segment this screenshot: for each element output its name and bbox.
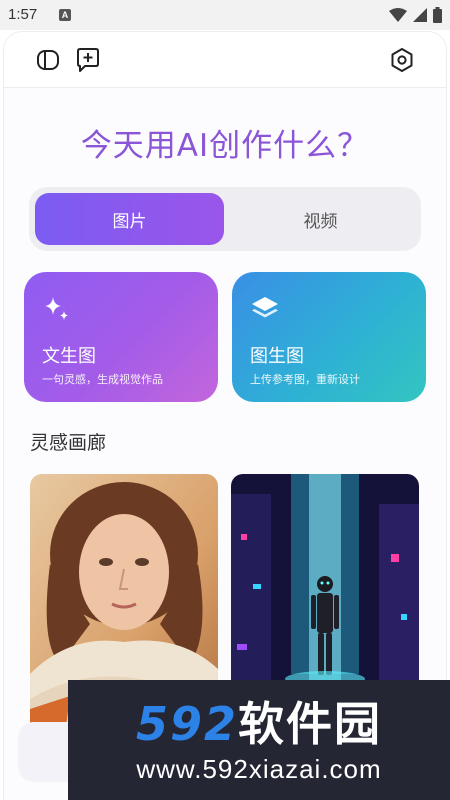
wifi-icon <box>389 8 407 22</box>
feature-subtitle: 一句灵感，生成视觉作品 <box>42 373 163 386</box>
layers-icon <box>252 297 278 318</box>
watermark-logo-text: 软件园 <box>238 697 383 751</box>
watermark-banner: 592软件园 www.592xiazai.com <box>68 680 450 800</box>
status-icons <box>389 6 442 24</box>
watermark-logo: 592软件园 <box>68 688 450 754</box>
new-chat-icon[interactable] <box>73 45 103 75</box>
gallery-section-title: 灵感画廊 <box>30 432 107 454</box>
notification-badge-icon: A <box>59 9 71 21</box>
text-to-image-card[interactable]: 文生图 一句灵感，生成视觉作品 <box>24 272 218 402</box>
feature-subtitle: 上传参考图，重新设计 <box>250 373 360 386</box>
signal-icon <box>413 8 427 22</box>
image-to-image-card[interactable]: 图生图 上传参考图，重新设计 <box>232 272 426 402</box>
watermark-logo-number: 592 <box>135 697 239 751</box>
media-type-tabs: 图片 视频 <box>29 187 421 251</box>
sparkle-icon <box>45 297 68 320</box>
watermark-url: www.592xiazai.com <box>136 754 382 784</box>
status-bar: 1:57 A <box>0 0 450 30</box>
top-app-bar <box>4 32 446 88</box>
status-time: 1:57 <box>8 6 38 23</box>
feature-title: 图生图 <box>250 346 304 367</box>
tab-image[interactable]: 图片 <box>35 193 224 245</box>
settings-icon[interactable] <box>387 45 417 75</box>
page-headline: 今天用AI创作什么？ <box>80 128 370 164</box>
sidebar-toggle-icon[interactable] <box>33 45 63 75</box>
tab-video[interactable]: 视频 <box>226 193 415 245</box>
battery-icon <box>433 7 442 23</box>
feature-title: 文生图 <box>42 346 96 367</box>
